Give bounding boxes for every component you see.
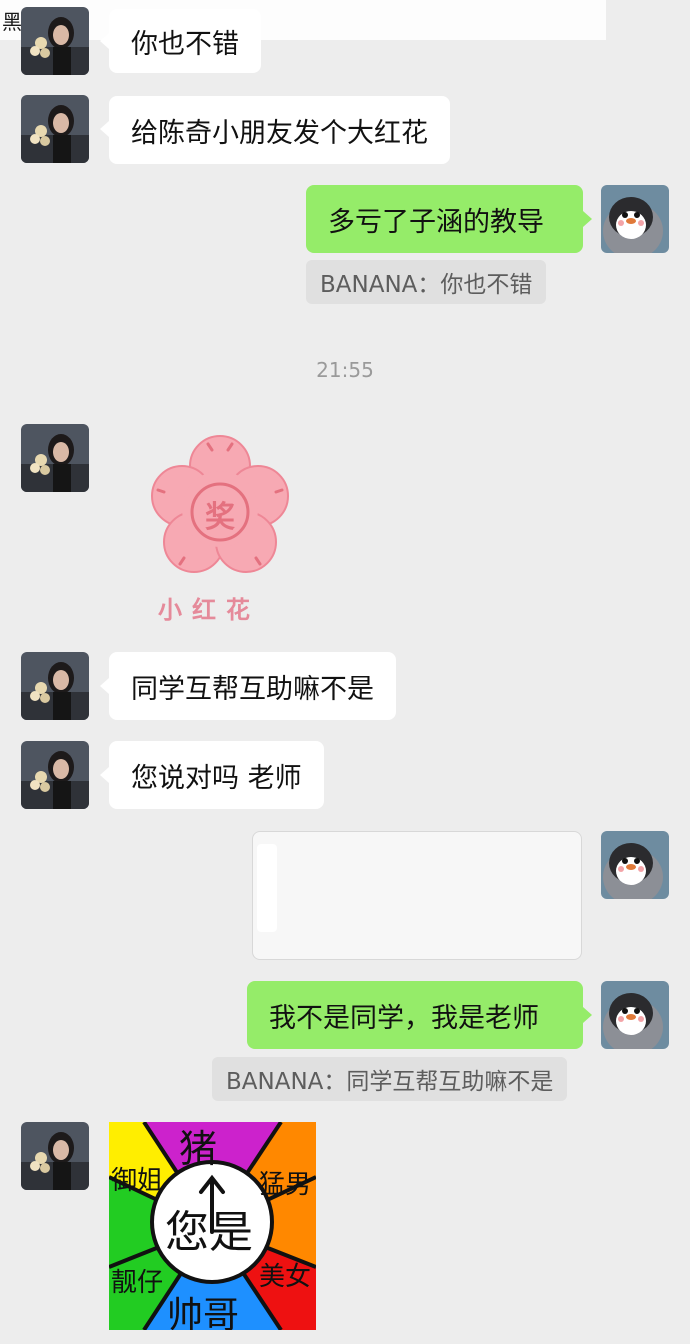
message-bubble[interactable]: 同学互帮互助嘛不是 (109, 652, 396, 720)
message-text: 同学互帮互助嘛不是 (131, 673, 374, 705)
penguin-avatar-icon (601, 185, 669, 253)
wheel-label-upper-left: 御姐 (111, 1166, 164, 1196)
shared-card[interactable] (252, 831, 582, 960)
bubble-tail (583, 1007, 592, 1023)
contact-avatar[interactable] (21, 7, 89, 75)
wheel-label-upper-right: 猛男 (259, 1170, 312, 1200)
message-bubble-self[interactable]: 多亏了子涵的教导 (306, 185, 583, 253)
bubble-tail (100, 33, 109, 49)
woman-avatar-icon (21, 741, 89, 809)
bubble-tail (583, 211, 592, 227)
red-flower-sticker[interactable]: 奖 (140, 434, 300, 579)
message-bubble-self[interactable]: 我不是同学，我是老师 (247, 981, 583, 1049)
bubble-tail (100, 121, 109, 137)
wheel-label-top: 猪 (179, 1127, 218, 1171)
woman-avatar-icon (21, 652, 89, 720)
woman-avatar-icon (21, 1122, 89, 1190)
watermark-strip (0, 0, 606, 40)
message-text: 多亏了子涵的教导 (328, 206, 544, 238)
contact-avatar[interactable] (21, 1122, 89, 1190)
message-text: 我不是同学，我是老师 (269, 1002, 539, 1034)
bubble-tail (100, 767, 109, 783)
quoted-reply[interactable]: BANANA：你也不错 (306, 260, 547, 304)
wheel-center-text: 您是 (165, 1207, 253, 1258)
contact-avatar[interactable] (21, 424, 89, 492)
spinner-wheel-sticker[interactable]: 猪 御姐 猛男 靓仔 美女 帅哥 您是 (109, 1122, 316, 1330)
quoted-text: BANANA：同学互帮互助嘛不是 (226, 1069, 554, 1095)
quoted-text: BANANA：你也不错 (320, 272, 533, 298)
penguin-avatar-icon (601, 981, 669, 1049)
contact-avatar[interactable] (21, 95, 89, 163)
wheel-label-lower-right: 美女 (259, 1262, 312, 1292)
message-text: 您说对吗 老师 (131, 762, 302, 794)
message-bubble[interactable]: 你也不错 (109, 9, 261, 73)
quoted-reply[interactable]: BANANA：同学互帮互助嘛不是 (212, 1057, 568, 1101)
woman-avatar-icon (21, 7, 89, 75)
woman-avatar-icon (21, 95, 89, 163)
woman-avatar-icon (21, 424, 89, 492)
message-text: 给陈奇小朋友发个大红花 (131, 117, 428, 149)
message-bubble[interactable]: 您说对吗 老师 (109, 741, 324, 809)
timestamp: 21:55 (316, 358, 374, 382)
wheel-label-lower-left: 靓仔 (111, 1268, 164, 1298)
self-avatar[interactable] (601, 831, 669, 899)
self-avatar[interactable] (601, 185, 669, 253)
sticker-caption: 小红花 (158, 596, 260, 624)
contact-avatar[interactable] (21, 741, 89, 809)
self-avatar[interactable] (601, 981, 669, 1049)
penguin-avatar-icon (601, 831, 669, 899)
wheel-label-bottom: 帅哥 (167, 1295, 240, 1330)
bubble-tail (100, 678, 109, 694)
sticker-badge: 奖 (205, 500, 235, 535)
message-text: 你也不错 (131, 28, 239, 60)
message-bubble[interactable]: 给陈奇小朋友发个大红花 (109, 96, 450, 164)
card-thumbnail (257, 844, 277, 932)
contact-avatar[interactable] (21, 652, 89, 720)
